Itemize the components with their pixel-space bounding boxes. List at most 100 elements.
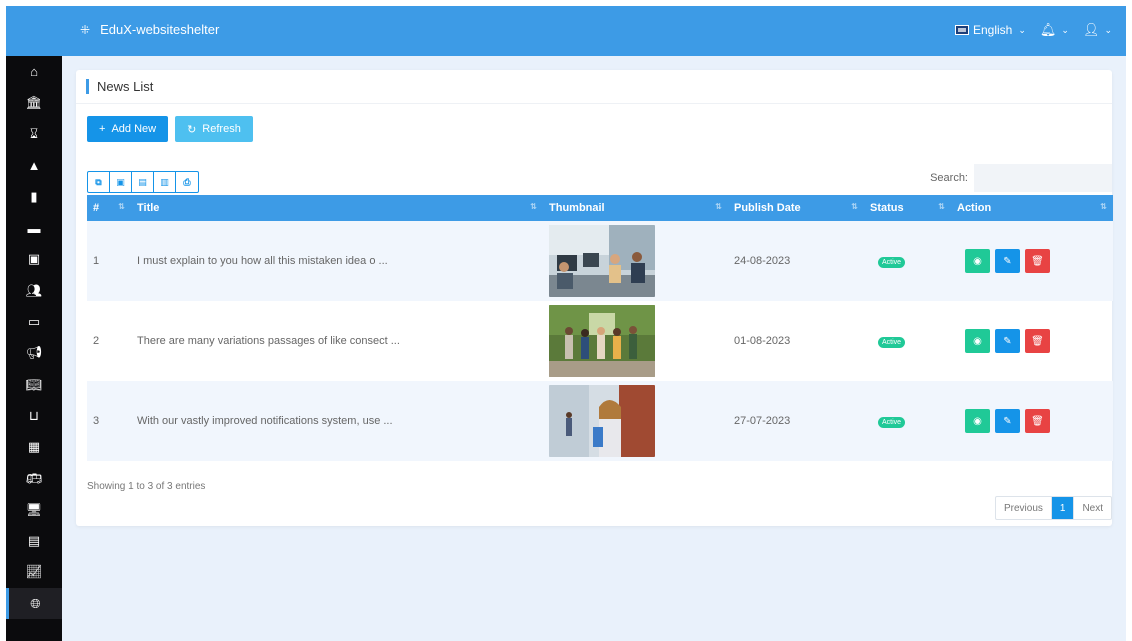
brand[interactable]: ⁜ EduX-websiteshelter	[80, 22, 219, 37]
globe-icon: 🌐︎	[30, 595, 41, 611]
users-icon: 👥︎	[25, 282, 43, 298]
col-action[interactable]: Action ⇅	[951, 195, 1113, 221]
col-title[interactable]: Title ⇅	[131, 195, 543, 221]
copy-button[interactable]: ⧉	[88, 172, 110, 192]
refresh-button[interactable]: ↻ Refresh	[175, 116, 253, 142]
sort-icon: ⇅	[715, 202, 722, 211]
page-1-button[interactable]: 1	[1051, 497, 1075, 519]
row-status: Active	[864, 221, 951, 301]
main-content: News List + Add New ↻ Refresh ⧉ ▣ ▤ ▥ ⎙	[76, 70, 1113, 526]
brand-name: EduX-websiteshelter	[100, 22, 220, 37]
building-icon: ▦	[27, 439, 41, 455]
row-number: 1	[93, 255, 100, 267]
status-badge: Active	[878, 256, 906, 268]
top-bar: ⁜ EduX-websiteshelter English ⌄ 🔔︎ ⌄ 👤︎ …	[6, 6, 1126, 56]
eye-icon: ◉	[973, 255, 982, 267]
edit-button[interactable]: ✎	[995, 249, 1020, 273]
chevron-down-icon: ⌄	[1061, 24, 1069, 35]
csv-button[interactable]: ▤	[132, 172, 154, 192]
row-publish-date: 01-08-2023	[734, 335, 791, 347]
plus-icon: +	[99, 123, 106, 135]
row-status: Active	[864, 301, 951, 381]
user-menu-button[interactable]: 👤︎ ⌄	[1083, 22, 1112, 38]
bank-icon: 🏛︎	[25, 94, 43, 110]
sidebar-item-hostel[interactable]: ▦	[6, 432, 62, 463]
sidebar-item-finance[interactable]: ▣	[6, 244, 62, 275]
sidebar-item-users[interactable]: 👥︎	[6, 275, 62, 306]
trash-icon: 🗑︎	[1031, 415, 1044, 427]
refresh-label: Refresh	[202, 123, 241, 135]
col-status[interactable]: Status ⇅	[864, 195, 951, 221]
row-publish-date: 27-07-2023	[734, 415, 791, 427]
user-icon: 👤︎	[1082, 22, 1100, 37]
excel-icon: ▣	[116, 176, 125, 187]
view-button[interactable]: ◉	[965, 329, 990, 353]
sidebar-item-library[interactable]: 📖︎	[6, 369, 62, 400]
row-actions: ◉ ✎ 🗑︎	[951, 381, 1113, 461]
delete-button[interactable]: 🗑︎	[1025, 329, 1050, 353]
row-actions: ◉ ✎ 🗑︎	[951, 301, 1113, 381]
row-title: There are many variations passages of li…	[137, 335, 400, 347]
card-icon: ▭	[27, 314, 41, 330]
sidebar-item-academic[interactable]: ▲	[6, 150, 62, 181]
csv-icon: ▤	[138, 176, 147, 187]
edit-button[interactable]: ✎	[995, 329, 1020, 353]
bell-icon: 🔔︎	[1039, 22, 1057, 37]
eye-icon: ◉	[973, 335, 982, 347]
view-button[interactable]: ◉	[965, 249, 990, 273]
trash-icon: 🗑︎	[1031, 255, 1044, 267]
edit-button[interactable]: ✎	[995, 409, 1020, 433]
sidebar-item-documents[interactable]: ▮	[6, 181, 62, 212]
monitor-icon: 🖥︎	[25, 501, 43, 517]
table-header: # ⇅ Title ⇅ Thumbnail ⇅ Publish Date ⇅ Statu…	[87, 195, 1113, 221]
sidebar-item-session[interactable]: ⌛︎	[6, 119, 62, 150]
pdf-icon: ▥	[160, 176, 169, 187]
sidebar-item-website[interactable]: 🌐︎	[6, 588, 62, 620]
row-thumbnail	[543, 301, 728, 381]
previous-button[interactable]: Previous	[996, 497, 1052, 519]
sidebar-item-books[interactable]: ▬	[6, 212, 62, 243]
bus-icon: 🚌︎	[25, 470, 43, 486]
sort-icon: ⇅	[938, 202, 945, 211]
delete-button[interactable]: 🗑︎	[1025, 409, 1050, 433]
sidebar-item-online[interactable]: 🖥︎	[6, 494, 62, 525]
edit-icon: ✎	[1003, 415, 1012, 427]
home-icon: ⌂	[30, 64, 38, 80]
chart-line-icon: 📈︎	[25, 564, 43, 580]
sidebar-item-announcements[interactable]: 📢︎	[6, 338, 62, 369]
edit-icon: ✎	[1003, 255, 1012, 267]
language-selector[interactable]: English ⌄	[954, 23, 1026, 37]
app-frame: ⁜ EduX-websiteshelter English ⌄ 🔔︎ ⌄ 👤︎ …	[6, 6, 1126, 641]
news-table: # ⇅ Title ⇅ Thumbnail ⇅ Publish Date ⇅ Statu…	[87, 195, 1113, 461]
export-buttons: ⧉ ▣ ▤ ▥ ⎙	[87, 171, 199, 193]
delete-button[interactable]: 🗑︎	[1025, 249, 1050, 273]
col-thumbnail[interactable]: Thumbnail ⇅	[543, 195, 728, 221]
table-row: 1 I must explain to you how all this mis…	[87, 221, 1113, 301]
notifications-button[interactable]: 🔔︎ ⌄	[1040, 22, 1069, 38]
row-title: I must explain to you how all this mista…	[137, 255, 388, 267]
row-number: 2	[93, 335, 100, 347]
add-new-button[interactable]: + Add New	[87, 116, 169, 142]
col-num[interactable]: # ⇅	[87, 195, 131, 221]
menu-toggle-icon[interactable]: ⁜	[80, 23, 90, 37]
sidebar-item-transport[interactable]: 🚌︎	[6, 463, 62, 494]
search-input[interactable]	[974, 164, 1112, 192]
library-icon: 📖︎	[25, 376, 43, 392]
col-publish-date[interactable]: Publish Date ⇅	[728, 195, 864, 221]
sidebar-item-reports[interactable]: 📈︎	[6, 557, 62, 588]
sidebar-item-inventory[interactable]: ⊔	[6, 400, 62, 431]
copy-icon: ⧉	[95, 176, 102, 187]
print-button[interactable]: ⎙	[176, 172, 198, 192]
view-button[interactable]: ◉	[965, 409, 990, 433]
file-icon: ▮	[30, 188, 38, 204]
sidebar-item-institution[interactable]: 🏛︎	[6, 87, 62, 118]
sidebar-item-home[interactable]: ⌂	[6, 56, 62, 87]
table-info: Showing 1 to 3 of 3 entries	[87, 481, 206, 492]
sidebar: ⌂ 🏛︎ ⌛︎ ▲ ▮ ▬ ▣ 👥︎ ▭ 📢︎ 📖︎ ⊔ ▦ 🚌︎ 🖥︎ ▤ 📈…	[6, 56, 62, 641]
sidebar-item-payments[interactable]: ▭	[6, 306, 62, 337]
next-button[interactable]: Next	[1074, 497, 1111, 519]
pdf-button[interactable]: ▥	[154, 172, 176, 192]
sidebar-item-id-cards[interactable]: ▤	[6, 525, 62, 556]
excel-button[interactable]: ▣	[110, 172, 132, 192]
graduation-icon: ▲	[27, 158, 41, 174]
